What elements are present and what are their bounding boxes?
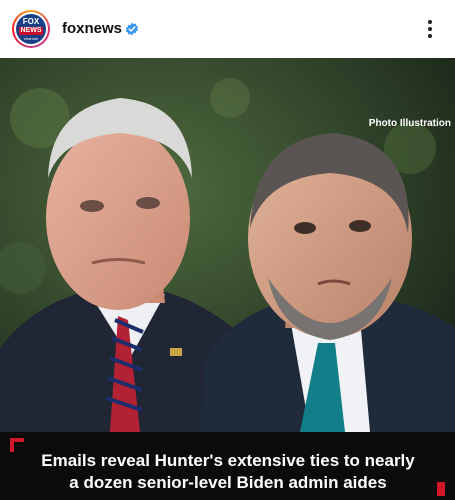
headline-text: Emails reveal Hunter's extensive ties to… <box>22 450 434 494</box>
headline-line-2: a dozen senior-level Biden admin aides <box>69 473 387 492</box>
foxnews-logo-icon: FOX NEWS channel <box>16 14 46 44</box>
post-header: FOX NEWS channel foxnews <box>0 0 455 58</box>
profile-avatar[interactable]: FOX NEWS channel <box>12 10 50 48</box>
headline-line-1: Emails reveal Hunter's extensive ties to… <box>41 451 415 470</box>
verified-badge-icon <box>126 22 138 36</box>
photo-credit-label: Photo Illustration <box>368 118 451 129</box>
post-image[interactable]: Photo Illustration <box>0 58 455 432</box>
more-options-icon[interactable] <box>420 17 440 41</box>
corner-accent-bottom-right <box>437 482 445 496</box>
post-photo-illustration <box>0 58 455 432</box>
account-name-link[interactable]: foxnews <box>62 20 122 38</box>
